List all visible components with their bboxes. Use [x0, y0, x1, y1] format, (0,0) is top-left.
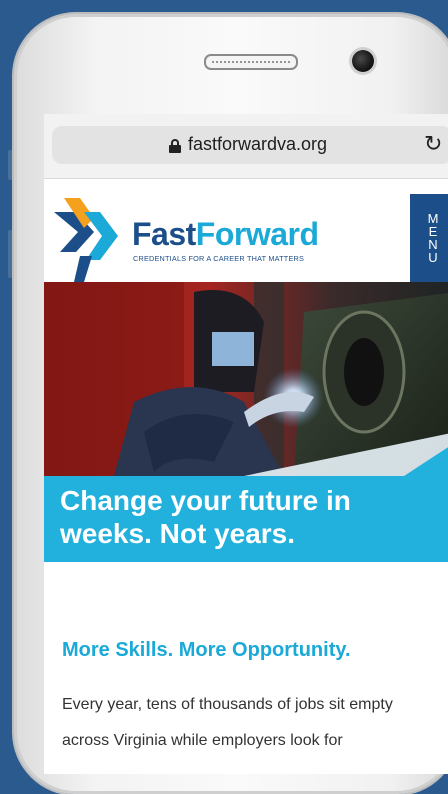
phone-camera — [352, 50, 374, 72]
site-header: FastForward CREDENTIALS FOR A CAREER THA… — [44, 194, 448, 284]
hero-headline: Change your future in weeks. Not years. — [60, 485, 351, 549]
phone-frame: fastforwardva.org ↻ FastForward CREDENTI… — [14, 14, 448, 794]
reload-icon[interactable]: ↻ — [424, 132, 442, 158]
headline-banner: Change your future in weeks. Not years. — [44, 476, 448, 562]
phone-speaker — [204, 54, 298, 70]
phone-volume-up-button — [8, 150, 13, 180]
url-text: fastforwardva.org — [188, 134, 328, 154]
hero-welder-photo — [44, 282, 448, 476]
brand-wordmark[interactable]: FastForward — [132, 218, 319, 250]
menu-button[interactable]: M E N U — [410, 194, 448, 282]
section-subheading: More Skills. More Opportunity. — [62, 639, 351, 661]
brand-tagline: CREDENTIALS FOR A CAREER THAT MATTERS — [133, 254, 305, 263]
phone-volume-down-button — [8, 230, 13, 278]
body-paragraph: Every year, tens of thousands of jobs si… — [62, 687, 448, 759]
lock-icon — [169, 139, 181, 153]
menu-letter: U — [428, 250, 438, 265]
body-line: Every year, tens of thousands of jobs si… — [62, 696, 393, 713]
browser-toolbar: fastforwardva.org ↻ — [44, 114, 448, 179]
phone-screen: fastforwardva.org ↻ FastForward CREDENTI… — [44, 114, 448, 774]
body-line: across Virginia while employers look for — [62, 732, 343, 749]
address-bar[interactable]: fastforwardva.org ↻ — [52, 126, 448, 164]
logo-chevrons-icon[interactable] — [50, 198, 126, 282]
